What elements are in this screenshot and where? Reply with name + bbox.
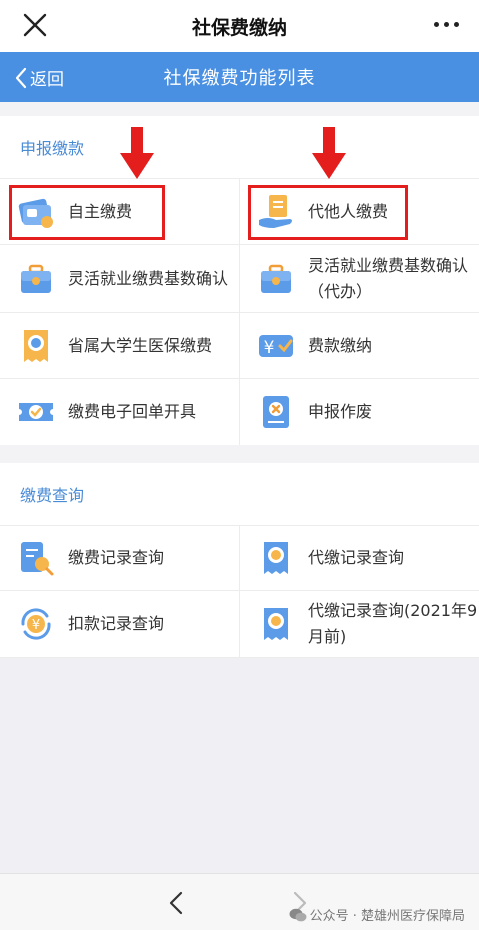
grid-item-payment-record-query[interactable]: 缴费记录查询 — [0, 525, 239, 591]
section-title-query: 缴费查询 — [0, 463, 479, 525]
grid-item-flexible-base-confirm-proxy[interactable]: 灵活就业缴费基数确认（代办） — [239, 245, 479, 313]
app-header: 返回 社保缴费功能列表 — [0, 52, 479, 102]
highlight-box-self-pay — [9, 185, 165, 240]
grid-item-declare-void[interactable]: 申报作废 — [239, 379, 479, 445]
briefcase-icon — [261, 264, 291, 293]
highlight-box-pay-for-others — [248, 185, 408, 240]
wechat-icon — [289, 908, 307, 921]
query-grid: 缴费记录查询 代缴记录查询 ¥ 扣款记录查询 代缴记录查询(2021年9月前) — [0, 525, 479, 658]
receipt-icon — [24, 329, 48, 362]
grid-item-flexible-base-confirm[interactable]: 灵活就业缴费基数确认 — [0, 245, 239, 313]
grid-item-proxy-record-query[interactable]: 代缴记录查询 — [239, 525, 479, 591]
receipt-search-icon — [264, 608, 288, 640]
grid-item-e-receipt[interactable]: 缴费电子回单开具 — [0, 379, 239, 445]
arrow-down-icon — [312, 127, 346, 179]
receipt-search-icon — [264, 542, 288, 574]
top-bar: 社保费缴纳 — [0, 0, 479, 52]
back-button[interactable]: 返回 — [14, 65, 64, 90]
yuan-payment-icon: ¥ — [259, 334, 293, 358]
ticket-check-icon — [19, 403, 53, 421]
document-cancel-icon — [263, 396, 289, 428]
grid-item-student-medical[interactable]: 省属大学生医保缴费 — [0, 313, 239, 379]
window-title: 社保费缴纳 — [191, 16, 287, 39]
briefcase-icon — [21, 264, 51, 293]
chevron-left-icon — [15, 67, 27, 88]
back-label: 返回 — [30, 70, 64, 90]
svg-text:¥: ¥ — [264, 338, 275, 358]
document-search-icon — [21, 542, 54, 576]
grid-item-deduction-record-query[interactable]: ¥ 扣款记录查询 — [0, 591, 239, 658]
yuan-refresh-icon: ¥ — [21, 608, 51, 640]
bottom-nav: 公众号 · 楚雄州医疗保障局 — [0, 873, 479, 930]
more-icon[interactable] — [434, 22, 459, 27]
arrow-down-icon — [120, 127, 154, 179]
close-icon[interactable] — [22, 12, 48, 38]
grid-item-fee-payment[interactable]: ¥ 费款缴纳 — [239, 313, 479, 379]
page-title: 社保缴费功能列表 — [163, 68, 316, 89]
watermark: 公众号 · 楚雄州医疗保障局 — [289, 905, 465, 924]
svg-text:¥: ¥ — [32, 618, 40, 633]
back-arrow-icon[interactable] — [166, 890, 186, 916]
grid-item-proxy-record-query-before-2021-09[interactable]: 代缴记录查询(2021年9月前) — [239, 591, 479, 658]
section-title-declare: 申报缴款 — [0, 116, 479, 178]
